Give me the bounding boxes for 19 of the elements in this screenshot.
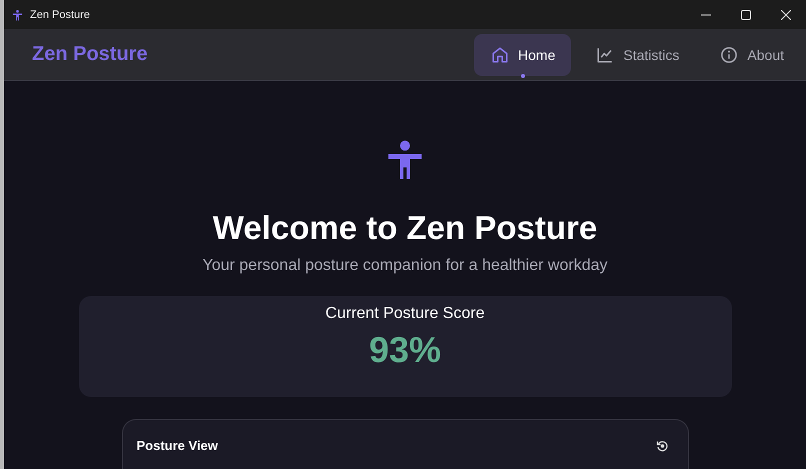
window-title: Zen Posture [30, 8, 90, 20]
score-value: 93% [368, 329, 442, 371]
info-icon [720, 46, 738, 64]
refresh-button[interactable] [656, 440, 668, 452]
refresh-icon [656, 440, 668, 452]
subtitle: Your personal posture companion for a healthier workday [202, 257, 608, 275]
app-icon [12, 8, 23, 20]
nav-tab[interactable]: Statistics [579, 34, 696, 76]
nav-tab[interactable]: Home [474, 34, 572, 76]
welcome-heading: Welcome to Zen Posture [212, 209, 598, 247]
home-icon [491, 46, 510, 64]
posture-view-title: Posture View [136, 438, 218, 453]
line-chart-icon [596, 46, 614, 64]
nav-tab[interactable]: About [703, 34, 800, 76]
active-indicator [520, 74, 525, 78]
score-label: Current Posture Score [325, 305, 485, 323]
brand-title: Zen Posture [32, 43, 148, 66]
maximize-icon [741, 10, 751, 20]
close-icon [781, 10, 791, 20]
